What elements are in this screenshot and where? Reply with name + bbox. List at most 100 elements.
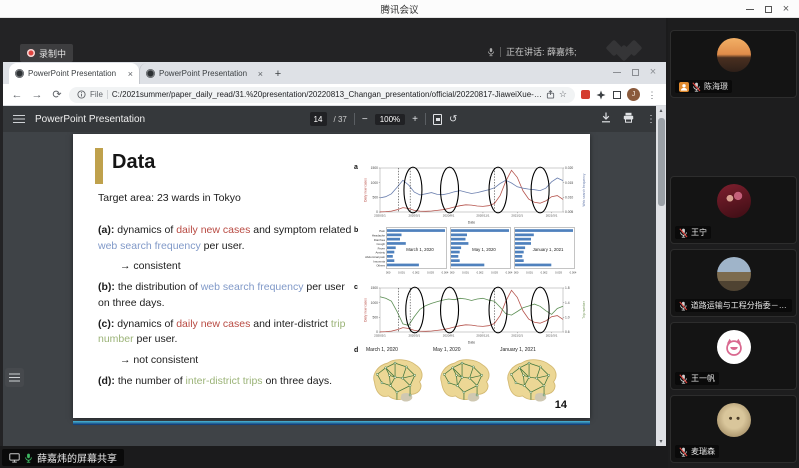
svg-text:0.004: 0.004: [506, 271, 513, 275]
slide-paragraph: → not consistent: [98, 353, 355, 369]
svg-text:Date: Date: [468, 221, 475, 225]
browser-tab-active[interactable]: PowerPoint Presentation ×: [9, 63, 139, 84]
svg-text:0.004: 0.004: [442, 271, 449, 275]
screen-share-footer-chip: 薛嘉炜的屏幕共享: [2, 449, 124, 466]
browser-profile-avatar[interactable]: J: [627, 88, 640, 101]
address-bar[interactable]: File C:/2021summer/paper_daily_read/31.%…: [69, 87, 575, 103]
share-page-icon[interactable]: [546, 90, 555, 99]
bookmark-star-icon[interactable]: ☆: [559, 89, 567, 100]
minimize-button[interactable]: [741, 0, 759, 18]
slide-paragraph: (c): dynamics of daily new cases and int…: [98, 317, 355, 349]
participant-tile[interactable]: 麦瑞森: [670, 395, 797, 463]
participant-avatar: [717, 38, 751, 72]
download-button[interactable]: [601, 110, 611, 128]
figure-letter: b: [354, 227, 358, 234]
reload-button[interactable]: ⟳: [49, 85, 65, 105]
svg-text:0.000: 0.000: [450, 271, 455, 275]
figure-letter: a: [354, 164, 358, 171]
forward-button[interactable]: →: [29, 85, 45, 105]
recording-status-chip[interactable]: 录制中: [20, 44, 73, 62]
screen-share-area: 录制中 正在讲话: 薛嘉炜; PowerPoint Presentation ×…: [0, 18, 666, 446]
divider: [500, 47, 501, 57]
back-button[interactable]: ←: [9, 85, 25, 105]
svg-text:2020/5/1: 2020/5/1: [408, 213, 420, 217]
district-map: [500, 354, 560, 406]
district-map: [433, 354, 493, 406]
map-panel: January 1, 2021: [500, 347, 560, 411]
participant-name: 陈海璟: [704, 81, 728, 92]
participant-avatar: [717, 184, 751, 218]
thumbnail-panel-button[interactable]: [5, 368, 24, 387]
slide-paragraph: (a): dynamics of daily new cases and sym…: [98, 223, 355, 255]
svg-text:0.003: 0.003: [427, 271, 434, 275]
zoom-level: 100%: [375, 114, 405, 125]
tab-close-icon[interactable]: ×: [258, 69, 263, 79]
mic-muted-icon: [679, 447, 688, 457]
participant-tile[interactable]: 王宁: [670, 176, 797, 244]
svg-text:2021/2/1: 2021/2/1: [511, 213, 523, 217]
new-tab-button[interactable]: +: [269, 65, 287, 83]
svg-text:0.6: 0.6: [565, 330, 570, 334]
mic-muted-icon: [679, 374, 688, 384]
tencent-meeting-window: 腾讯会议 × 录制中 正在讲话: 薛嘉炜; PowerPoint Present…: [0, 0, 799, 468]
page-number-input[interactable]: 14: [310, 112, 327, 126]
recording-icon: [27, 49, 35, 57]
pdf-toolbar: PowerPoint Presentation 14 / 37 − 100% +…: [3, 106, 666, 132]
svg-text:Daily new cases: Daily new cases: [364, 298, 368, 322]
divider: [354, 113, 355, 125]
rotate-button[interactable]: ↺: [449, 114, 457, 125]
fit-page-button[interactable]: [433, 114, 442, 125]
speaker-mic-icon: [487, 47, 495, 57]
svg-text:0.002: 0.002: [541, 271, 548, 275]
svg-text:0.001: 0.001: [398, 271, 405, 275]
svg-text:0.000: 0.000: [386, 271, 391, 275]
participant-name: 王一帆: [691, 373, 715, 384]
participant-name-chip: 道路运输与工程分指委－胡..: [675, 299, 792, 312]
browser-tab-inactive[interactable]: PowerPoint Presentation ×: [139, 63, 269, 84]
print-button[interactable]: [623, 110, 634, 128]
participant-tile[interactable]: 陈海璟: [670, 30, 797, 98]
sharer-mic-icon: [24, 453, 33, 463]
slide-figure-column: a0500100015000.0050.0100.0150.0202020/2/…: [353, 164, 587, 416]
pdf-more-button[interactable]: ⋮: [646, 114, 656, 125]
browser-restore-button[interactable]: [626, 62, 644, 82]
svg-text:0.001: 0.001: [462, 271, 469, 275]
browser-close-button[interactable]: ×: [644, 62, 662, 82]
tab-close-icon[interactable]: ×: [128, 69, 133, 79]
svg-text:1500: 1500: [371, 286, 379, 290]
title-accent-bar: [95, 148, 103, 184]
extension-icon-shield[interactable]: [579, 89, 591, 101]
participant-tile[interactable]: 道路运输与工程分指委－胡..: [670, 249, 797, 317]
svg-text:0.000: 0.000: [514, 271, 519, 275]
svg-text:1000: 1000: [371, 181, 379, 185]
page-info-icon[interactable]: [77, 90, 86, 99]
participant-name: 麦瑞森: [691, 446, 715, 457]
scroll-up-icon[interactable]: ▴: [656, 107, 666, 114]
svg-text:0.002: 0.002: [413, 271, 420, 275]
district-map: [366, 354, 426, 406]
extension-icon-square[interactable]: [611, 89, 623, 101]
slide-paragraph: Target area: 23 wards in Tokyo: [98, 191, 355, 207]
participant-tile[interactable]: 王一帆: [670, 322, 797, 390]
browser-minimize-button[interactable]: [608, 62, 626, 82]
browser-menu-button[interactable]: ⋮: [644, 85, 660, 105]
zoom-out-button[interactable]: −: [362, 114, 368, 125]
maximize-button[interactable]: [759, 0, 777, 18]
pdf-document-title: PowerPoint Presentation: [35, 114, 145, 125]
window-titlebar: 腾讯会议 ×: [0, 0, 799, 18]
meeting-watermark-icon: [606, 40, 650, 62]
close-button[interactable]: ×: [777, 0, 795, 18]
svg-text:0.010: 0.010: [565, 196, 573, 200]
svg-text:2020/8/1: 2020/8/1: [443, 213, 455, 217]
zoom-in-button[interactable]: +: [412, 114, 418, 125]
figure-letter: c: [354, 284, 358, 291]
scrollbar-thumb[interactable]: [658, 118, 665, 206]
figure-a-line-chart: a0500100015000.0050.0100.0150.0202020/2/…: [353, 164, 587, 226]
pdf-menu-icon[interactable]: [13, 115, 25, 124]
participant-name: 道路运输与工程分指委－胡..: [691, 300, 788, 311]
slide-title: Data: [112, 151, 155, 174]
scroll-down-icon[interactable]: ▾: [656, 438, 666, 445]
extension-icon-star[interactable]: [595, 89, 607, 101]
pdf-scrollbar[interactable]: ▴ ▾: [656, 106, 666, 446]
svg-text:2021/5/1: 2021/5/1: [546, 213, 558, 217]
